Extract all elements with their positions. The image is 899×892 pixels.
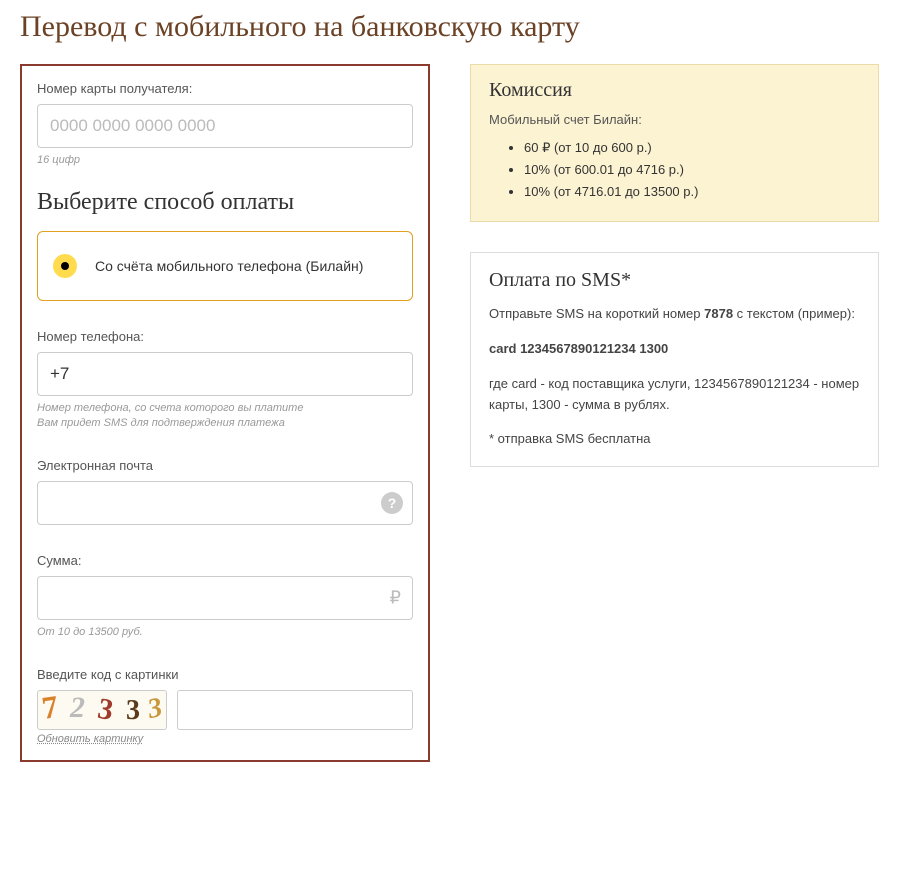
payment-method-label: Со счёта мобильного телефона (Билайн) [95, 257, 363, 277]
email-input[interactable] [37, 481, 413, 525]
phone-input[interactable] [37, 352, 413, 396]
sms-intro: Отправьте SMS на короткий номер 7878 с т… [489, 304, 860, 325]
sms-note: * отправка SMS бесплатна [489, 429, 860, 450]
commission-item: 60 ₽ (от 10 до 600 р.) [524, 137, 860, 159]
card-hint: 16 цифр [37, 153, 413, 167]
captcha-label: Введите код с картинки [37, 667, 413, 682]
help-icon[interactable]: ? [381, 492, 403, 514]
card-label: Номер карты получателя: [37, 81, 413, 96]
sms-explain: где card - код поставщика услуги, 123456… [489, 374, 860, 416]
radio-selected-icon [53, 254, 77, 278]
payment-method-option[interactable]: Со счёта мобильного телефона (Билайн) [37, 231, 413, 301]
captcha-image: 7 2 3 3 3 [37, 690, 167, 730]
commission-subtitle: Мобильный счет Билайн: [489, 112, 860, 127]
sms-example: card 1234567890121234 1300 [489, 339, 860, 360]
captcha-input[interactable] [177, 690, 413, 730]
amount-label: Сумма: [37, 553, 413, 568]
sms-title: Оплата по SMS* [489, 269, 860, 292]
payment-method-title: Выберите способ оплаты [37, 189, 413, 216]
ruble-icon: ₽ [390, 587, 401, 608]
phone-label: Номер телефона: [37, 329, 413, 344]
commission-item: 10% (от 600.01 до 4716 р.) [524, 159, 860, 181]
phone-hint: Номер телефона, со счета которого вы пла… [37, 401, 413, 430]
commission-title: Комиссия [489, 79, 860, 102]
captcha-refresh-link[interactable]: Обновить картинку [37, 733, 167, 745]
sms-payment-panel: Оплата по SMS* Отправьте SMS на короткий… [470, 252, 879, 467]
commission-item: 10% (от 4716.01 до 13500 р.) [524, 181, 860, 203]
card-number-input[interactable] [37, 104, 413, 148]
email-label: Электронная почта [37, 458, 413, 473]
page-title: Перевод с мобильного на банковскую карту [20, 10, 879, 44]
payment-form: Номер карты получателя: 16 цифр Выберите… [20, 64, 430, 762]
amount-input[interactable] [37, 576, 413, 620]
commission-panel: Комиссия Мобильный счет Билайн: 60 ₽ (от… [470, 64, 879, 222]
amount-hint: От 10 до 13500 руб. [37, 625, 413, 639]
